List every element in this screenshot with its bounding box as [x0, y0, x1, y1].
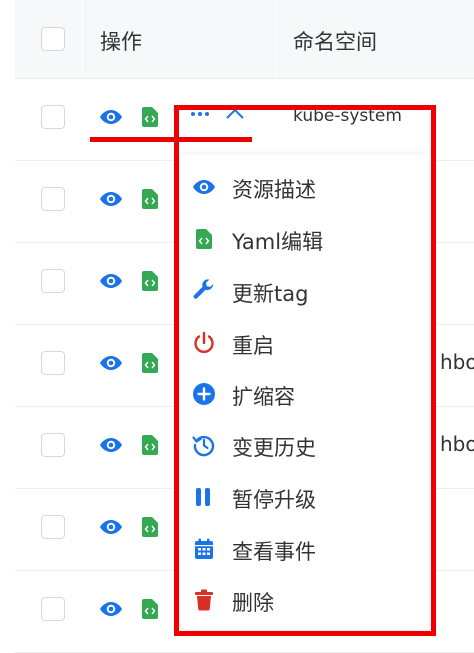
table-header: 操作 命名空间 [15, 0, 474, 79]
select-all-checkbox[interactable] [41, 27, 65, 51]
row-checkbox[interactable] [41, 515, 65, 539]
eye-icon[interactable] [99, 515, 123, 539]
eye-icon[interactable] [99, 105, 123, 129]
row-checkbox[interactable] [41, 597, 65, 621]
row-checkbox[interactable] [41, 105, 65, 129]
namespace-cell: hboa [440, 350, 474, 374]
code-file-icon[interactable] [142, 353, 158, 373]
row-checkbox[interactable] [41, 351, 65, 375]
eye-icon[interactable] [99, 351, 123, 375]
eye-icon[interactable] [99, 269, 123, 293]
namespace-cell: hboa [440, 432, 474, 456]
code-file-icon[interactable] [142, 435, 158, 455]
eye-icon[interactable] [99, 187, 123, 211]
row-checkbox[interactable] [41, 187, 65, 211]
header-action: 操作 [100, 30, 142, 54]
code-file-icon[interactable] [142, 107, 158, 127]
eye-icon[interactable] [99, 433, 123, 457]
row-checkbox[interactable] [41, 433, 65, 457]
row-checkbox[interactable] [41, 269, 65, 293]
eye-icon[interactable] [99, 597, 123, 621]
header-namespace: 命名空间 [293, 30, 377, 54]
annotation-highlight-box [174, 105, 436, 636]
code-file-icon[interactable] [142, 517, 158, 537]
code-file-icon[interactable] [142, 189, 158, 209]
code-file-icon[interactable] [142, 271, 158, 291]
code-file-icon[interactable] [142, 599, 158, 619]
